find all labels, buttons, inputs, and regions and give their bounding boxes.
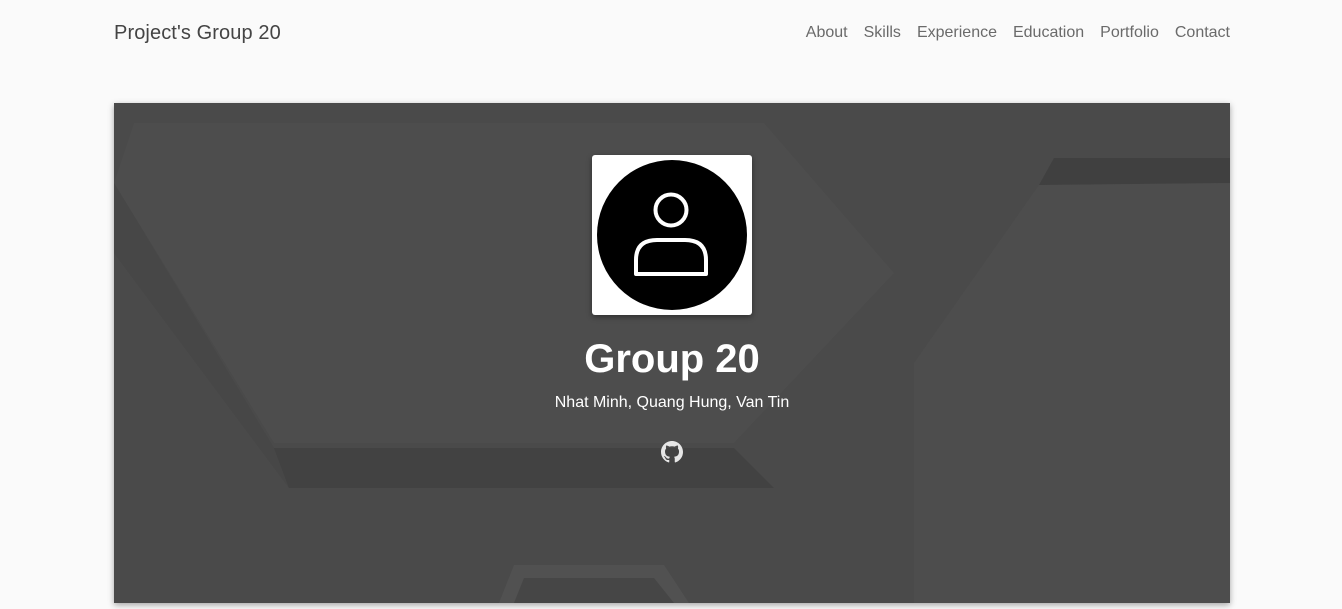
brand-link[interactable]: Project's Group 20: [114, 22, 281, 45]
user-icon: [634, 192, 708, 276]
nav-link-experience[interactable]: Experience: [917, 24, 997, 42]
avatar-circle: [597, 160, 747, 310]
nav-link-skills[interactable]: Skills: [864, 24, 901, 42]
nav-link-contact[interactable]: Contact: [1175, 24, 1230, 42]
github-link[interactable]: [661, 441, 683, 463]
navbar: Project's Group 20 About Skills Experien…: [0, 0, 1342, 70]
nav-link-portfolio[interactable]: Portfolio: [1100, 24, 1159, 42]
nav-links: About Skills Experience Education Portfo…: [790, 24, 1230, 42]
hero-section: Group 20 Nhat Minh, Quang Hung, Van Tin: [114, 103, 1230, 603]
nav-link-about[interactable]: About: [806, 24, 848, 42]
hero-title: Group 20: [584, 337, 760, 381]
github-icon: [661, 441, 683, 463]
avatar: [592, 155, 752, 315]
hero-subtitle: Nhat Minh, Quang Hung, Van Tin: [554, 394, 790, 411]
nav-link-education[interactable]: Education: [1013, 24, 1084, 42]
